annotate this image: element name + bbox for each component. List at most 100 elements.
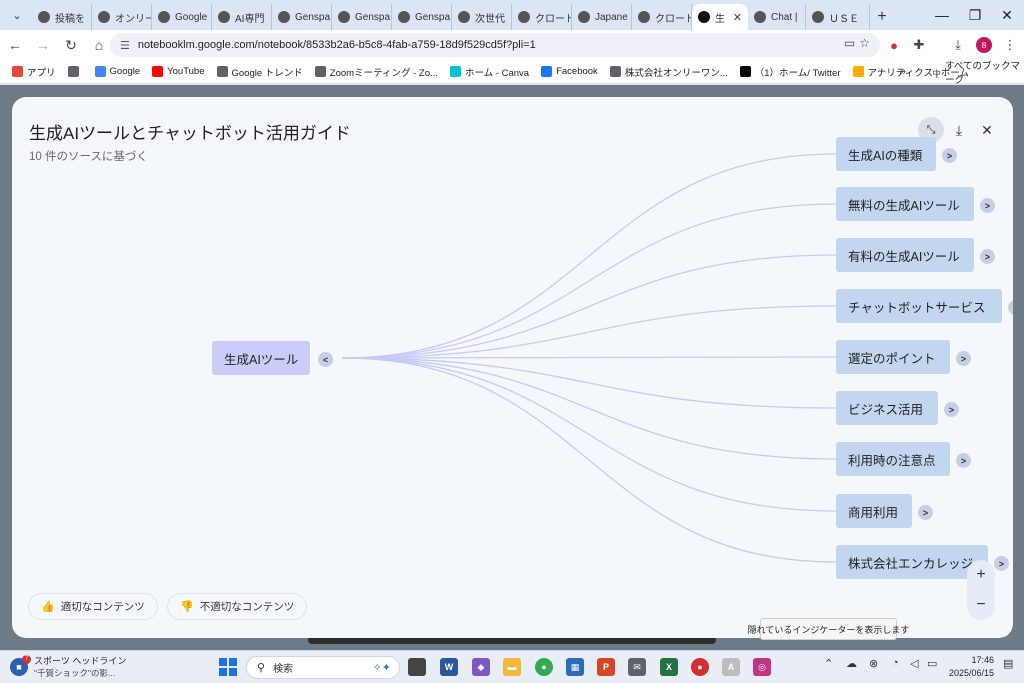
branch-expand-toggle[interactable]: > (942, 148, 957, 163)
powerpoint-icon[interactable]: P (597, 658, 615, 676)
tab-3[interactable]: AI専門 (212, 4, 272, 30)
tab-9[interactable]: Japane (572, 4, 632, 30)
mindmap-root-node[interactable]: 生成AIツール (212, 341, 311, 375)
bookmark-2[interactable]: Google (94, 66, 140, 77)
branch-expand-toggle[interactable]: > (994, 556, 1009, 571)
branch-expand-toggle[interactable]: > (980, 198, 995, 213)
bookmark-5[interactable]: Zoomミーティング - Zo... (314, 65, 438, 79)
tab-after-0[interactable]: Chat | (748, 4, 806, 30)
mindmap-branch-node[interactable]: 生成AIの種類 (836, 137, 936, 171)
taskbar-search[interactable]: ⚲ 検索 ✧✦ (246, 656, 400, 679)
new-tab-button[interactable]: + (870, 4, 894, 30)
mindmap-branch-node[interactable]: 無料の生成AIツール (836, 187, 974, 221)
zoom-in-button[interactable]: + (967, 560, 995, 590)
copilot-icon[interactable]: ◆ (472, 658, 490, 676)
reload-icon[interactable]: ↻ (58, 32, 84, 58)
branch-expand-toggle[interactable]: > (956, 453, 971, 468)
mindmap-branch-node[interactable]: 有料の生成AIツール (836, 238, 974, 272)
cloud-icon[interactable]: ☁ (846, 657, 857, 670)
bad-content-button[interactable]: 👎 不適切なコンテンツ (167, 593, 308, 620)
address-bar[interactable]: ☰ notebooklm.google.com/notebook/8533b2a… (110, 33, 880, 57)
clock[interactable]: 17:46 2025/06/15 (946, 654, 994, 680)
mindmap-branch-node[interactable]: 株式会社エンカレッジ (836, 545, 988, 579)
download-icon[interactable]: ⤓ (946, 33, 970, 57)
bookmark-1[interactable] (67, 66, 83, 77)
tab-6[interactable]: Genspa (392, 4, 452, 30)
menu-kebab-icon[interactable]: ⋮ (998, 33, 1022, 57)
back-icon[interactable]: ← (2, 32, 28, 58)
extensions-icon[interactable]: ✚ (907, 33, 931, 57)
profile-avatar[interactable]: ８ (976, 37, 992, 53)
minimize-icon[interactable]: — (925, 0, 959, 30)
bookmark-label: Facebook (556, 66, 598, 77)
tab-2[interactable]: Google (152, 4, 212, 30)
tab-active[interactable]: 生 ✕ (692, 4, 748, 30)
site-info-icon[interactable]: ☰ (120, 39, 130, 52)
good-content-button[interactable]: 👍 適切なコンテンツ (28, 593, 158, 620)
tab-10[interactable]: クロード (632, 4, 692, 30)
restore-icon[interactable]: ❐ (958, 0, 992, 30)
mindmap-branch-node[interactable]: 商用利用 (836, 494, 912, 528)
branch-expand-toggle[interactable]: > (980, 249, 995, 264)
file-explorer-icon[interactable]: ▬ (503, 658, 521, 676)
tab-close-icon[interactable]: ✕ (733, 11, 742, 24)
tab-1[interactable]: オンリー (92, 4, 152, 30)
tab-7[interactable]: 次世代 (452, 4, 512, 30)
tray-overflow-icon[interactable]: ⌃ (824, 657, 833, 670)
download-mindmap-icon[interactable]: ⤓ (946, 117, 972, 143)
notification-icon[interactable]: ▤ (1003, 657, 1013, 670)
store-icon[interactable]: ▦ (566, 658, 584, 676)
close-modal-icon[interactable]: ✕ (974, 117, 1000, 143)
mindmap-branch-node[interactable]: ビジネス活用 (836, 391, 938, 425)
browser-toolbar: ← → ↻ ⌂ ☰ notebooklm.google.com/notebook… (0, 30, 1024, 60)
bookmark-7[interactable]: Facebook (541, 66, 598, 77)
windows-start-icon[interactable] (219, 658, 237, 676)
mail-icon[interactable]: ✉ (628, 658, 646, 676)
task-view-icon[interactable] (408, 658, 426, 676)
cast-icon[interactable]: ▭ (844, 36, 855, 50)
news-subtitle: "千賀ショック"の影... (34, 668, 116, 678)
chrome-icon[interactable]: ● (535, 658, 553, 676)
tab-search-icon[interactable]: ⌄ (4, 2, 30, 28)
bookmark-0[interactable]: アプリ (12, 65, 56, 79)
bookmark-icon (541, 66, 553, 77)
forward-icon[interactable]: → (30, 32, 56, 58)
bookmark-8[interactable]: 株式会社オンリーワン... (609, 65, 728, 79)
zoom-out-button[interactable]: − (967, 590, 995, 620)
instagram-icon[interactable]: ◎ (753, 658, 771, 676)
tab-label: 投稿を (55, 13, 85, 25)
security-app-icon[interactable]: ● (691, 658, 709, 676)
battery-icon[interactable]: ▭ (927, 657, 937, 670)
acrobat-icon[interactable]: A (722, 658, 740, 676)
branch-expand-toggle[interactable]: > (956, 351, 971, 366)
tab-0[interactable]: 投稿を (32, 4, 92, 30)
bookmark-3[interactable]: YouTube (152, 66, 205, 77)
bookmark-icon (314, 66, 326, 77)
root-collapse-toggle[interactable]: < (318, 352, 333, 367)
mindmap-branch-node[interactable]: 選定のポイント (836, 340, 950, 374)
branch-expand-toggle[interactable]: > (944, 402, 959, 417)
tab-4[interactable]: Genspa (272, 4, 332, 30)
bookmark-6[interactable]: ホーム - Canva (449, 65, 529, 79)
news-widget[interactable]: ■ 7 スポーツ ヘッドライン "千賀ショック"の影... (10, 654, 126, 679)
wifi-icon[interactable]: ◔ (892, 657, 899, 669)
volume-icon[interactable]: ◁ (910, 657, 918, 670)
all-bookmarks[interactable]: ▭ すべてのブックマーク (932, 60, 1024, 86)
close-window-icon[interactable]: ✕ (990, 0, 1024, 30)
claude-icon (458, 11, 470, 23)
word-icon[interactable]: W (440, 658, 458, 676)
mindmap-branch-node[interactable]: チャットボットサービス (836, 289, 1002, 323)
tab-8[interactable]: クロード (512, 4, 572, 30)
bookmark-4[interactable]: Google トレンド (216, 65, 303, 79)
tab-after-1[interactable]: ＵＳＥ (806, 4, 870, 30)
extension-red-icon[interactable]: ● (882, 33, 906, 57)
mindmap-branch-node[interactable]: 利用時の注意点 (836, 442, 950, 476)
excel-icon[interactable]: X (660, 658, 678, 676)
tray-app-icon[interactable]: ⊗ (869, 657, 878, 670)
branch-expand-toggle[interactable]: > (918, 505, 933, 520)
home-icon[interactable]: ⌂ (86, 32, 112, 58)
bookmarks-more-icon[interactable]: » (900, 60, 906, 84)
bookmark-9[interactable]: （1）ホーム/ Twitter (739, 65, 841, 79)
tab-5[interactable]: Genspa (332, 4, 392, 30)
bookmark-star-icon[interactable]: ☆ (859, 36, 870, 50)
